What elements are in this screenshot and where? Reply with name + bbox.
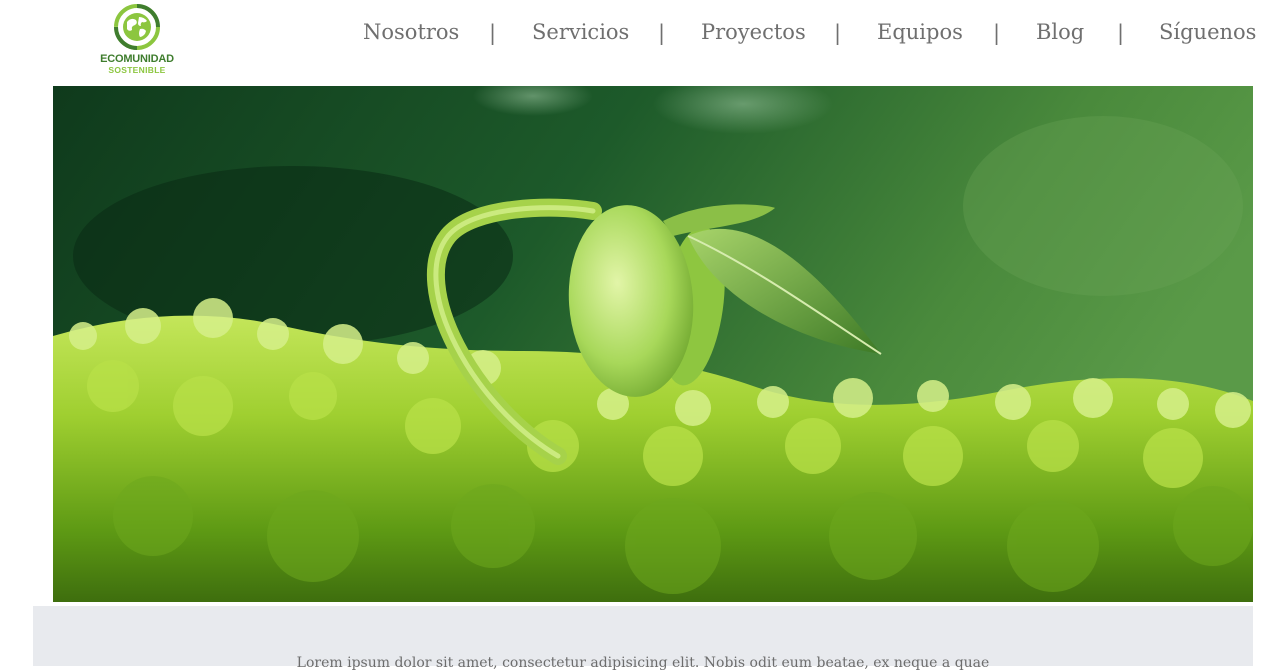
- brand-tagline: SOSTENIBLE: [108, 65, 166, 75]
- nav-separator: |: [658, 21, 666, 45]
- brand-name: ECOMUNIDAD: [100, 53, 174, 65]
- sprout-photo: [53, 86, 1253, 602]
- nav-link-servicios[interactable]: Servicios: [532, 20, 629, 44]
- nav-separator: |: [1117, 21, 1125, 45]
- intro-text: Lorem ipsum dolor sit amet, consectetur …: [296, 655, 990, 671]
- nav-separator: |: [993, 21, 1001, 45]
- intro-section: Lorem ipsum dolor sit amet, consectetur …: [33, 606, 1253, 671]
- hero-image: [53, 86, 1253, 602]
- main-nav: Nosotros | Servicios | Proyectos | Equip…: [0, 20, 1282, 50]
- nav-link-proyectos[interactable]: Proyectos: [701, 20, 806, 44]
- nav-separator: |: [489, 21, 497, 45]
- nav-link-siguenos[interactable]: Síguenos: [1159, 20, 1256, 44]
- nav-link-equipos[interactable]: Equipos: [877, 20, 963, 44]
- nav-link-blog[interactable]: Blog: [1036, 20, 1084, 44]
- site-header: ECOMUNIDAD SOSTENIBLE Nosotros | Servici…: [0, 0, 1282, 86]
- nav-link-nosotros[interactable]: Nosotros: [363, 20, 459, 44]
- nav-separator: |: [834, 21, 842, 45]
